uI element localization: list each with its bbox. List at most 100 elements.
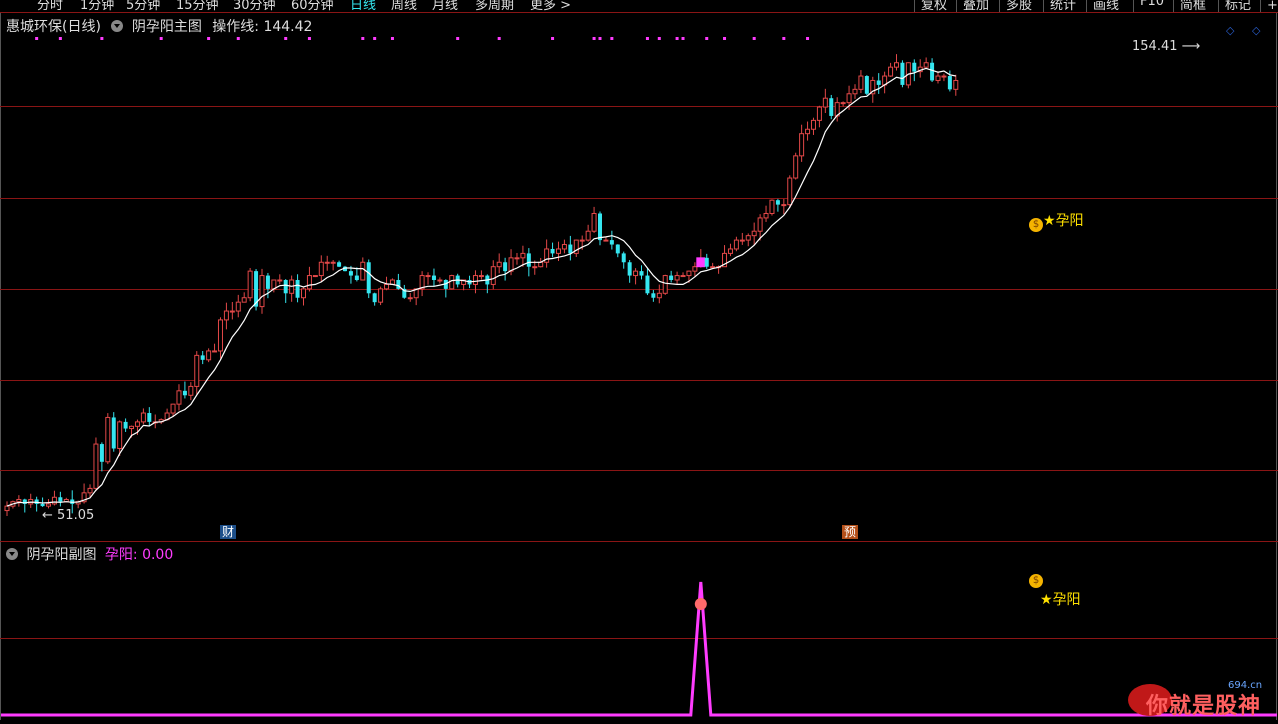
candle-body <box>852 88 858 95</box>
candle-body <box>769 199 775 214</box>
candle-body <box>745 235 751 241</box>
candle-body <box>692 266 698 272</box>
candle-body <box>490 266 496 285</box>
candle-body <box>538 261 544 268</box>
candle-body <box>372 293 377 303</box>
signal-dot <box>58 37 62 40</box>
signal-dot <box>373 37 377 40</box>
candle-body <box>348 271 353 276</box>
candle-body <box>627 262 632 276</box>
candle-body <box>846 93 852 104</box>
candle-body <box>900 62 905 85</box>
signal-dot <box>657 37 661 40</box>
candle-body <box>598 213 602 241</box>
candle-body <box>105 416 111 463</box>
candle-body <box>306 275 312 290</box>
candle-body <box>793 155 799 179</box>
signal-dot <box>207 37 211 40</box>
candle-body <box>16 498 22 503</box>
candle-body <box>378 288 384 303</box>
candle-body <box>739 239 745 242</box>
sub-title-row: 阴孕阳副图 孕阳: 0.00 <box>6 544 173 564</box>
candle-body <box>170 403 176 414</box>
candle-body <box>633 270 639 277</box>
signal-dot <box>100 37 104 40</box>
candle-body <box>194 354 200 387</box>
candle-body <box>295 280 300 298</box>
candle-body <box>639 271 644 276</box>
signal-dot <box>782 37 786 40</box>
candle-body <box>858 75 864 90</box>
candle-body <box>757 217 763 232</box>
signal-dot <box>645 37 649 40</box>
candle-body <box>775 200 780 205</box>
main-signal-label: $ ★孕阳 <box>1029 210 1084 232</box>
signal-dot <box>236 37 240 40</box>
candle-body <box>555 248 561 254</box>
candle-body <box>781 204 787 207</box>
signal-dot <box>456 37 460 40</box>
candle-body <box>763 212 769 219</box>
signal-dot <box>723 37 727 40</box>
indicator-menu-icon[interactable] <box>6 548 18 560</box>
candle-body <box>472 275 478 285</box>
candle-body <box>277 279 283 282</box>
candle-body <box>585 230 591 241</box>
candle-body <box>176 390 182 405</box>
candle-body <box>324 261 330 264</box>
candle-body <box>615 244 620 254</box>
candle-body <box>526 253 531 267</box>
signal-dot <box>390 37 394 40</box>
signal-dot <box>705 37 709 40</box>
candle-body <box>520 252 526 259</box>
candle-body <box>360 261 366 281</box>
forecast-badge[interactable]: 预 <box>842 525 859 539</box>
candle-body <box>182 390 187 396</box>
finance-badge[interactable]: 财 <box>220 525 237 539</box>
candle-body <box>384 283 390 290</box>
candle-body <box>265 275 270 289</box>
candle-body <box>212 350 218 353</box>
candle-body <box>4 505 10 512</box>
candle-body <box>58 497 63 502</box>
candle-body <box>235 301 241 312</box>
money-bag-icon: $ <box>1029 218 1043 232</box>
sub-signal-line <box>1 581 1277 717</box>
candle-body <box>810 119 816 130</box>
signal-dot <box>681 37 685 40</box>
candle-body <box>947 76 952 90</box>
candle-body <box>532 266 538 269</box>
arrow-icon: ⟶ <box>1177 39 1201 54</box>
candle-body <box>912 62 917 72</box>
candle-body <box>366 262 371 294</box>
money-bag-icon: $ <box>1029 574 1043 588</box>
candle-body <box>229 310 235 313</box>
candle-body <box>514 257 520 260</box>
candle-body <box>805 128 811 135</box>
candle-body <box>407 297 413 300</box>
candle-body <box>591 212 597 232</box>
candle-body <box>117 421 123 449</box>
candle-body <box>864 76 869 94</box>
candle-body <box>40 503 45 507</box>
candle-body <box>816 106 822 121</box>
signal-dot <box>675 37 679 40</box>
candle-body <box>431 275 436 280</box>
candle-body <box>478 275 484 278</box>
candle-body <box>935 75 941 81</box>
candle-body <box>437 279 443 282</box>
candle-body <box>840 102 846 105</box>
arrow-icon: ← <box>42 508 58 523</box>
candle-body <box>674 275 680 281</box>
candle-body <box>241 297 247 303</box>
candle-body <box>46 503 52 507</box>
candle-body <box>645 275 650 294</box>
candle-body <box>876 80 881 85</box>
candle-body <box>140 412 146 423</box>
sub-indicator-name[interactable]: 阴孕阳副图 <box>26 547 96 563</box>
candle-body <box>923 62 929 68</box>
candle-body <box>247 270 253 299</box>
candle-body <box>930 62 935 81</box>
candle-body <box>223 310 229 321</box>
candle-body <box>662 275 668 294</box>
